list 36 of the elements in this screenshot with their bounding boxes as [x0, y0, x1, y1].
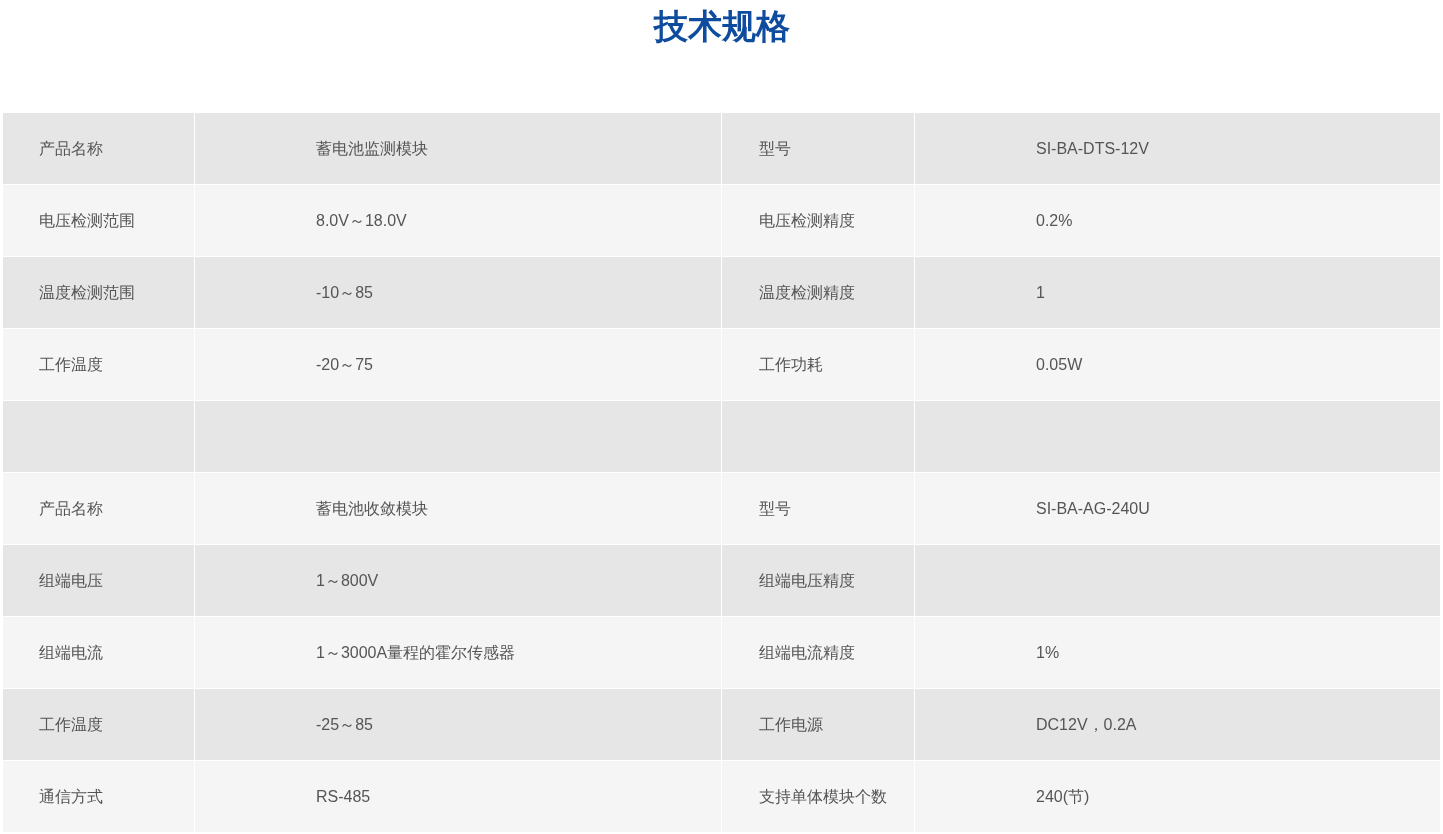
spec-value: -20～75 [316, 354, 373, 375]
spec-label: 组端电流精度 [759, 642, 855, 663]
spec-label: 通信方式 [39, 786, 103, 807]
spec-value: SI-BA-DTS-12V [1036, 138, 1149, 159]
spec-value: 0.2% [1036, 210, 1073, 231]
spec-value: 1～3000A量程的霍尔传感器 [316, 642, 516, 663]
spec-value: 蓄电池收敛模块 [316, 498, 428, 519]
spec-label: 工作功耗 [759, 354, 823, 375]
spec-value: 0.05W [1036, 354, 1083, 375]
spec-label: 型号 [759, 138, 791, 159]
spec-value: 8.0V～18.0V [316, 210, 407, 231]
spec-label: 温度检测精度 [759, 282, 855, 303]
spec-value: -25～85 [316, 714, 373, 735]
spec-label: 型号 [759, 498, 791, 519]
spec-label: 电压检测范围 [39, 210, 135, 231]
spec-label: 温度检测范围 [39, 282, 135, 303]
spec-label: 电压检测精度 [759, 210, 855, 231]
spec-label: 工作温度 [39, 714, 103, 735]
page-title: 技术规格 [653, 6, 790, 47]
spec-value: 1 [1036, 282, 1045, 303]
spec-value: 1% [1036, 642, 1060, 663]
spec-label: 组端电流 [39, 642, 103, 663]
spec-label: 组端电压精度 [759, 570, 855, 591]
spec-label: 产品名称 [39, 138, 103, 159]
spec-label: 组端电压 [39, 570, 103, 591]
spec-value: SI-BA-AG-240U [1036, 498, 1150, 519]
spec-label: 工作温度 [39, 354, 103, 375]
spec-label: 产品名称 [39, 498, 103, 519]
spec-value: -10～85 [316, 282, 373, 303]
spec-value: 蓄电池监测模块 [316, 138, 428, 159]
spec-label: 支持单体模块个数 [759, 786, 887, 807]
spec-label: 工作电源 [759, 714, 823, 735]
spec-value: DC12V，0.2A [1036, 714, 1137, 735]
spec-value: 240(节) [1036, 786, 1090, 807]
spec-value: 1～800V [316, 570, 379, 591]
spec-value: RS-485 [316, 786, 371, 807]
